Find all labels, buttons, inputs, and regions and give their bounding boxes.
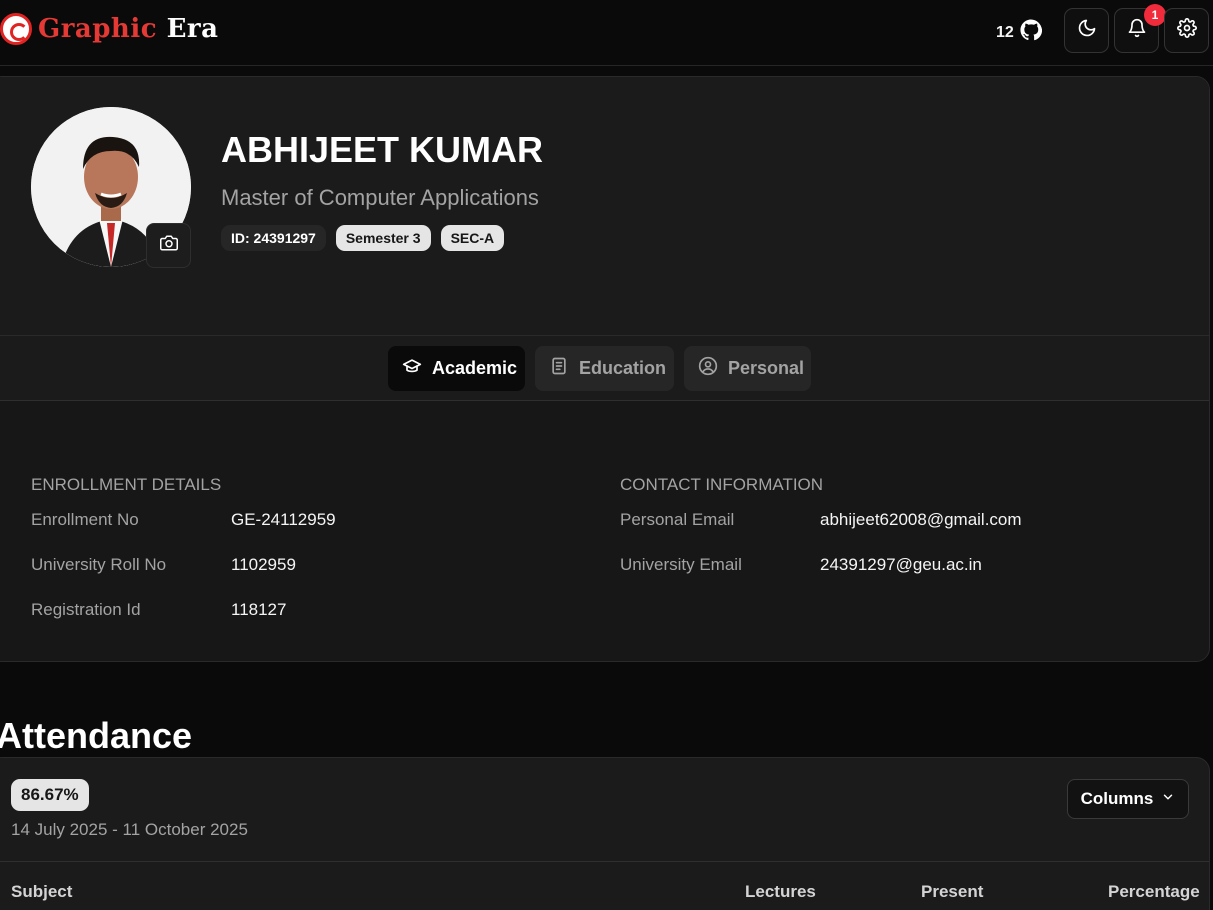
columns-dropdown-button[interactable]: Columns: [1067, 779, 1189, 819]
tab-academic[interactable]: Academic: [388, 346, 525, 391]
camera-icon: [159, 234, 178, 257]
profile-tabs: Academic Education Personal: [0, 335, 1209, 401]
attendance-date-range: 14 July 2025 - 11 October 2025: [11, 820, 248, 839]
notifications-button[interactable]: 1: [1114, 4, 1166, 53]
section-badge: SEC-A: [440, 225, 505, 251]
registration-id-value: 118127: [231, 600, 287, 619]
logo-text: Graphic Era: [38, 14, 218, 44]
logo-text-white: Era: [166, 14, 219, 44]
change-photo-button[interactable]: [146, 223, 191, 268]
logo-emblem-icon: [0, 13, 32, 45]
student-id-badge: ID: 24391297: [221, 225, 326, 251]
tab-academic-label: Academic: [432, 358, 518, 378]
roll-no-value: 1102959: [231, 555, 296, 574]
attendance-card: 86.67% 14 July 2025 - 11 October 2025 Co…: [0, 757, 1210, 910]
attendance-table-header: Subject Lectures Present Percentage: [0, 861, 1209, 910]
bell-icon: [1127, 18, 1147, 43]
enrollment-no-label: Enrollment No: [31, 510, 139, 529]
chevron-down-icon: [1161, 789, 1175, 809]
logo-text-red: Graphic: [38, 14, 158, 44]
roll-no-label: University Roll No: [31, 555, 167, 574]
attendance-title: Attendance: [0, 715, 193, 756]
tab-education[interactable]: Education: [535, 346, 674, 391]
enrollment-heading: ENROLLMENT DETAILS: [31, 475, 222, 494]
tab-personal[interactable]: Personal: [684, 346, 811, 391]
moon-icon: [1077, 18, 1097, 43]
book-icon: [549, 356, 569, 381]
program-name: Master of Computer Applications: [221, 185, 539, 210]
tab-education-label: Education: [579, 358, 667, 378]
columns-button-label: Columns: [1080, 789, 1154, 808]
column-header-present[interactable]: Present: [921, 882, 983, 902]
github-link[interactable]: 12: [996, 19, 1042, 46]
enrollment-no-value: GE-24112959: [231, 510, 336, 529]
graphic-era-logo[interactable]: Graphic Era: [0, 10, 218, 48]
gear-icon: [1176, 18, 1197, 43]
column-header-lectures[interactable]: Lectures: [745, 882, 816, 902]
university-email-value: 24391297@geu.ac.in: [820, 555, 982, 574]
personal-email-value: abhijeet62008@gmail.com: [820, 510, 1022, 529]
tab-personal-label: Personal: [728, 358, 805, 378]
column-header-subject[interactable]: Subject: [11, 882, 72, 902]
top-bar: Graphic Era 12 1: [0, 0, 1213, 66]
attendance-percentage-badge: 86.67%: [11, 779, 89, 811]
user-circle-icon: [698, 356, 718, 381]
personal-email-label: Personal Email: [620, 510, 735, 529]
theme-toggle-button[interactable]: [1064, 8, 1109, 53]
profile-card: ABHIJEET KUMAR Master of Computer Applic…: [0, 76, 1210, 662]
graduation-cap-icon: [402, 356, 422, 381]
semester-badge: Semester 3: [335, 225, 431, 251]
column-header-percentage[interactable]: Percentage: [1108, 882, 1200, 902]
settings-button[interactable]: [1164, 8, 1209, 53]
student-name: ABHIJEET KUMAR: [221, 129, 544, 170]
notification-count-badge: 1: [1144, 4, 1166, 26]
profile-badges: ID: 24391297 Semester 3 SEC-A: [221, 225, 505, 251]
contact-heading: CONTACT INFORMATION: [620, 475, 824, 494]
profile-hero: ABHIJEET KUMAR Master of Computer Applic…: [0, 77, 1209, 335]
university-email-label: University Email: [620, 555, 742, 574]
registration-id-label: Registration Id: [31, 600, 141, 619]
github-icon: [1020, 19, 1042, 46]
github-stars-count: 12: [996, 23, 1014, 41]
